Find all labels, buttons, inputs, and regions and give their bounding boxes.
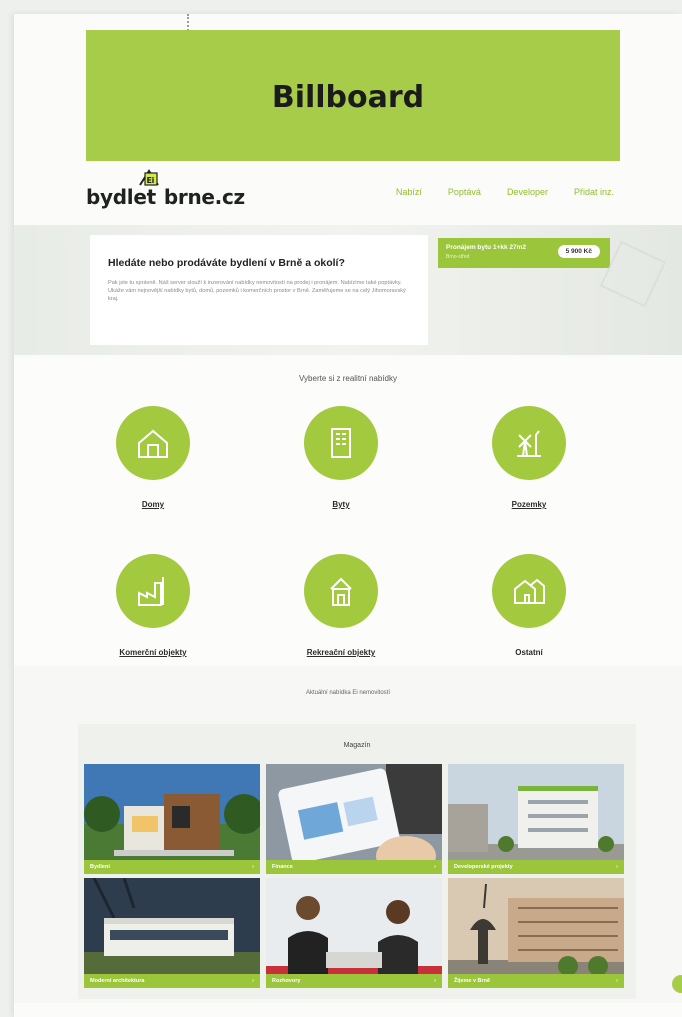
category-recreational[interactable]: Rekreační objekty	[266, 554, 416, 657]
chevron-right-icon: ›	[252, 864, 254, 870]
logo-mark-text: Ei	[147, 176, 155, 185]
factory-icon	[116, 554, 190, 628]
magazine-tile-developer-projects[interactable]: Developerské projekty ›	[448, 764, 624, 874]
magazine-tile-finance[interactable]: Finance ›	[266, 764, 442, 874]
category-other[interactable]: Ostatní	[454, 554, 604, 657]
category-apartments[interactable]: Byty	[266, 406, 416, 509]
hero-body: Pak jste tu správně. Náš server slouží k…	[108, 280, 406, 302]
cottage-icon	[304, 554, 378, 628]
tile-bar: Moderní architektura ›	[84, 974, 260, 988]
tile-label: Žijeme v Brně	[454, 978, 491, 984]
magazine-tile-interviews[interactable]: Rozhovory ›	[266, 878, 442, 988]
magazine-tile-housing[interactable]: Bydlení ›	[84, 764, 260, 874]
category-commercial[interactable]: Komerční objekty	[78, 554, 228, 657]
category-label: Komerční objekty	[119, 648, 187, 657]
billboard-label: Billboard	[271, 80, 425, 115]
interview-image	[266, 878, 442, 988]
featured-offer[interactable]: Pronájem bytu 1+kk 27m2 Brno-střed 5 900…	[438, 238, 610, 268]
hero-card: Hledáte nebo prodáváte bydlení v Brně a …	[90, 235, 428, 345]
category-land[interactable]: Pozemky	[454, 406, 604, 509]
tile-label: Finance	[272, 864, 293, 870]
tile-label: Rozhovory	[272, 978, 301, 984]
land-windmill-icon	[492, 406, 566, 480]
categories-section: Vyberte si z realitní nabídky Domy Byty …	[14, 358, 682, 664]
modern-house-image	[84, 764, 260, 874]
nav-item-demand[interactable]: Poptává	[448, 187, 481, 197]
billboard-banner[interactable]: Billboard	[86, 30, 620, 161]
statue-square-image	[448, 878, 624, 988]
chevron-right-icon: ›	[434, 978, 436, 984]
corner-accent	[672, 975, 682, 993]
category-houses[interactable]: Domy	[78, 406, 228, 509]
magazine-tile-living-in-brno[interactable]: Žijeme v Brně ›	[448, 878, 624, 988]
hero-heading: Hledáte nebo prodáváte bydlení v Brně a …	[108, 257, 345, 269]
city-building-image	[448, 764, 624, 874]
nav-item-offer[interactable]: Nabízí	[396, 187, 422, 197]
nav-item-add-listing[interactable]: Přidat inz.	[574, 187, 614, 197]
hero-section: Hledáte nebo prodáváte bydlení v Brně a …	[14, 225, 682, 355]
magazine-panel: Magazín Bydlení › Finance › Developerské…	[78, 724, 636, 999]
category-label: Domy	[141, 500, 165, 509]
chevron-right-icon: ›	[616, 978, 618, 984]
categories-title: Vyberte si z realitní nabídky	[299, 374, 397, 383]
news-title: Aktuální nabídka Ei nemovitostí	[305, 690, 391, 696]
nav-item-developer[interactable]: Developer	[507, 187, 548, 197]
logo-mark-icon: Ei	[139, 169, 159, 186]
apartment-building-icon	[304, 406, 378, 480]
tile-bar: Bydlení ›	[84, 860, 260, 874]
category-label: Ostatní	[515, 648, 543, 657]
villa-image	[84, 878, 260, 988]
tile-label: Moderní architektura	[90, 978, 145, 984]
category-label: Pozemky	[511, 500, 547, 509]
tile-label: Developerské projekty	[454, 864, 513, 870]
main-nav: Nabízí Poptává Developer Přidat inz.	[396, 187, 614, 197]
outline-house-icon	[492, 554, 566, 628]
tile-bar: Rozhovory ›	[266, 974, 442, 988]
chevron-right-icon: ›	[616, 864, 618, 870]
site-header: bydlet brne.cz Ei Nabízí Poptává Develope…	[14, 161, 682, 223]
logo-text-right: brne.cz	[163, 185, 245, 209]
magazine-tile-architecture[interactable]: Moderní architektura ›	[84, 878, 260, 988]
offer-price-badge: 5 900 Kč	[557, 245, 600, 258]
chevron-right-icon: ›	[252, 978, 254, 984]
chevron-right-icon: ›	[434, 864, 436, 870]
tile-bar: Developerské projekty ›	[448, 860, 624, 874]
tile-bar: Finance ›	[266, 860, 442, 874]
tile-label: Bydlení	[90, 864, 110, 870]
category-label: Byty	[332, 500, 350, 509]
tile-bar: Žijeme v Brně ›	[448, 974, 624, 988]
news-section: Aktuální nabídka Ei nemovitostí Magazín …	[14, 666, 682, 1003]
magazine-title: Magazín	[343, 742, 371, 749]
site-logo[interactable]: bydlet brne.cz Ei	[86, 169, 245, 209]
tablet-charts-image	[266, 764, 442, 874]
house-icon	[116, 406, 190, 480]
category-label: Rekreační objekty	[306, 648, 376, 657]
